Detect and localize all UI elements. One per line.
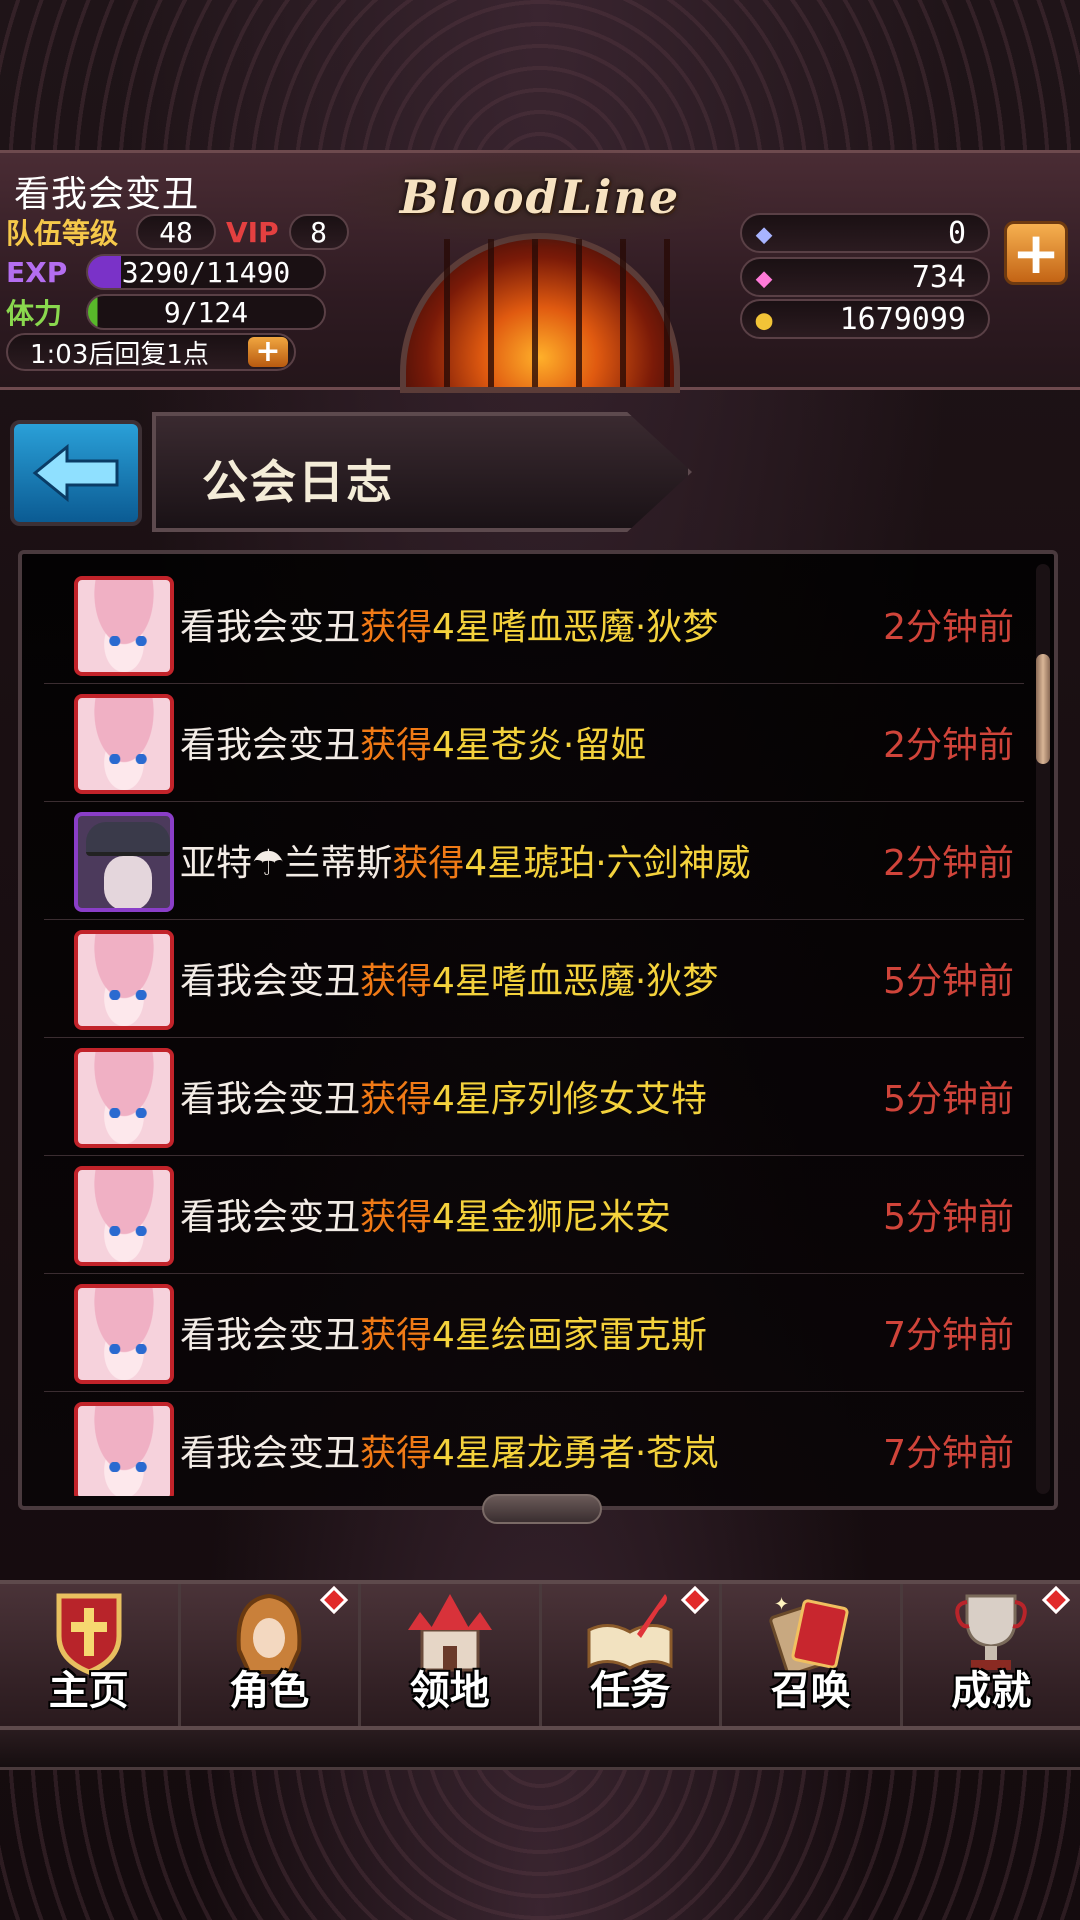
logo-area: BloodLine bbox=[320, 147, 760, 393]
nav-label: 任务 bbox=[590, 1668, 671, 1714]
nav-label: 角色 bbox=[229, 1668, 310, 1714]
log-message: 看我会变丑获得4星绘画家雷克斯 bbox=[180, 1315, 707, 1356]
guild-log-panel: 看我会变丑获得4星嗜血恶魔·狄梦 2分钟前 看我会变丑获得4星苍炎·留姬 2分钟… bbox=[18, 550, 1058, 1524]
nav-bottom-strip bbox=[0, 1730, 1080, 1770]
nav-quest[interactable]: 任务 bbox=[541, 1584, 722, 1726]
player-avatar[interactable] bbox=[74, 694, 174, 794]
gem-counter: ◆ 734 bbox=[740, 257, 990, 297]
player-avatar[interactable] bbox=[74, 812, 174, 912]
team-level-row: 队伍等级 48 VIP 8 bbox=[6, 213, 349, 251]
log-time: 7分钟前 bbox=[883, 1433, 1014, 1474]
game-logo: BloodLine bbox=[320, 147, 760, 247]
log-row[interactable]: 看我会变丑获得4星苍炎·留姬 2分钟前 bbox=[44, 684, 1024, 802]
add-currency-button[interactable]: + bbox=[1004, 221, 1068, 285]
nav-home[interactable]: 主页 bbox=[0, 1584, 181, 1726]
background-ornament-top bbox=[0, 0, 1080, 150]
stamina-row: 体力 9/124 bbox=[6, 293, 326, 331]
log-time: 5分钟前 bbox=[883, 1079, 1014, 1120]
log-message: 看我会变丑获得4星屠龙勇者·苍岚 bbox=[180, 1433, 719, 1474]
exp-row: EXP 3290/11490 bbox=[6, 253, 326, 291]
player-avatar[interactable] bbox=[74, 1402, 174, 1496]
log-time: 2分钟前 bbox=[883, 725, 1014, 766]
panel-ornament bbox=[482, 1494, 602, 1524]
scrollbar[interactable] bbox=[1036, 564, 1050, 1494]
nav-summon[interactable]: ✦ 召唤 bbox=[722, 1584, 903, 1726]
regen-text: 1:03后回复1点 bbox=[30, 339, 209, 370]
log-row[interactable]: 看我会变丑获得4星金狮尼米安 5分钟前 bbox=[44, 1156, 1024, 1274]
guild-log-list[interactable]: 看我会变丑获得4星嗜血恶魔·狄梦 2分钟前 看我会变丑获得4星苍炎·留姬 2分钟… bbox=[44, 566, 1024, 1496]
player-name: 看我会变丑 bbox=[14, 174, 200, 215]
gem-value: 734 bbox=[911, 259, 966, 295]
crystal-value: 0 bbox=[947, 215, 966, 251]
stamina-label: 体力 bbox=[6, 297, 63, 330]
log-message: 亚特☂兰蒂斯获得4星琥珀·六剑神威 bbox=[180, 843, 751, 884]
team-level-value: 48 bbox=[136, 214, 216, 250]
log-row[interactable]: 看我会变丑获得4星绘画家雷克斯 7分钟前 bbox=[44, 1274, 1024, 1392]
add-stamina-button[interactable]: + bbox=[248, 337, 288, 367]
svg-text:✦: ✦ bbox=[774, 1594, 789, 1615]
nav-label: 领地 bbox=[409, 1668, 490, 1714]
log-row[interactable]: 看我会变丑获得4星嗜血恶魔·狄梦 5分钟前 bbox=[44, 920, 1024, 1038]
background-ornament-bottom bbox=[0, 1770, 1080, 1920]
nav-label: 主页 bbox=[48, 1668, 129, 1714]
log-time: 7分钟前 bbox=[883, 1315, 1014, 1356]
log-time: 5分钟前 bbox=[883, 1197, 1014, 1238]
log-message: 看我会变丑获得4星序列修女艾特 bbox=[180, 1079, 707, 1120]
nav-label: 成就 bbox=[951, 1668, 1032, 1714]
log-time: 2分钟前 bbox=[883, 607, 1014, 648]
back-button[interactable] bbox=[10, 420, 142, 526]
notification-badge bbox=[680, 1585, 710, 1615]
log-time: 2分钟前 bbox=[883, 843, 1014, 884]
title-bar: 公会日志 bbox=[152, 412, 692, 532]
page-title: 公会日志 bbox=[202, 455, 394, 509]
stamina-regen: 1:03后回复1点 + bbox=[6, 333, 296, 371]
nav-label: 召唤 bbox=[770, 1668, 851, 1714]
team-level-label: 队伍等级 bbox=[6, 217, 119, 250]
player-avatar[interactable] bbox=[74, 930, 174, 1030]
log-row[interactable]: 看我会变丑获得4星序列修女艾特 5分钟前 bbox=[44, 1038, 1024, 1156]
notification-badge bbox=[319, 1585, 349, 1615]
log-message: 看我会变丑获得4星金狮尼米安 bbox=[180, 1197, 671, 1238]
log-message: 看我会变丑获得4星苍炎·留姬 bbox=[180, 725, 647, 766]
stained-glass-window bbox=[400, 233, 680, 393]
exp-label: EXP bbox=[6, 255, 68, 289]
gold-coin-icon: ● bbox=[755, 302, 773, 336]
player-avatar[interactable] bbox=[74, 1166, 174, 1266]
log-message: 看我会变丑获得4星嗜血恶魔·狄梦 bbox=[180, 961, 719, 1002]
scrollbar-thumb[interactable] bbox=[1036, 654, 1050, 764]
nav-achievement[interactable]: 成就 bbox=[902, 1584, 1080, 1726]
vip-label: VIP bbox=[226, 215, 279, 249]
log-message: 看我会变丑获得4星嗜血恶魔·狄梦 bbox=[180, 607, 719, 648]
gold-counter: ● 1679099 bbox=[740, 299, 990, 339]
notification-badge bbox=[1041, 1585, 1071, 1615]
crystal-counter: ◆ 0 bbox=[740, 213, 990, 253]
nav-character[interactable]: 角色 bbox=[180, 1584, 361, 1726]
player-avatar[interactable] bbox=[74, 576, 174, 676]
player-avatar[interactable] bbox=[74, 1284, 174, 1384]
back-arrow-icon bbox=[32, 443, 119, 503]
gem-icon: ◆ bbox=[755, 260, 773, 294]
bottom-nav: 主页 角色 领地 任务 ✦ 召唤 成就 bbox=[0, 1580, 1080, 1730]
nav-territory[interactable]: 领地 bbox=[361, 1584, 542, 1726]
crystal-icon: ◆ bbox=[755, 216, 773, 250]
log-row[interactable]: 看我会变丑获得4星屠龙勇者·苍岚 7分钟前 bbox=[44, 1392, 1024, 1496]
log-row[interactable]: 亚特☂兰蒂斯获得4星琥珀·六剑神威 2分钟前 bbox=[44, 802, 1024, 920]
log-time: 5分钟前 bbox=[883, 961, 1014, 1002]
stamina-bar: 9/124 bbox=[86, 294, 326, 330]
gold-value: 1679099 bbox=[839, 301, 966, 337]
player-avatar[interactable] bbox=[74, 1048, 174, 1148]
log-row[interactable]: 看我会变丑获得4星嗜血恶魔·狄梦 2分钟前 bbox=[44, 566, 1024, 684]
status-header: 看我会变丑 队伍等级 48 VIP 8 EXP 3290/11490 体力 9/… bbox=[0, 147, 1080, 393]
exp-bar: 3290/11490 bbox=[86, 254, 326, 290]
